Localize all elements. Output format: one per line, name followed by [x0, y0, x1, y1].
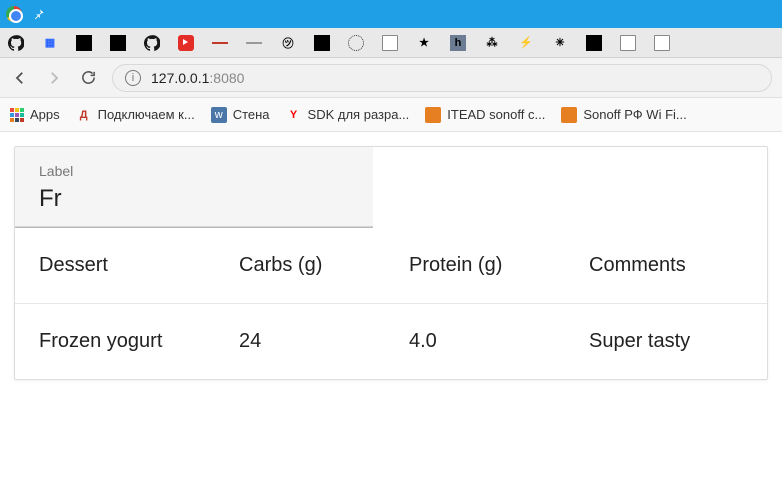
bookmark-item-5[interactable]: Sonoff РФ Wi Fi... — [561, 107, 686, 123]
tab-greyline-icon[interactable] — [246, 35, 262, 51]
data-table: Dessert Carbs (g) Protein (g) Comments F… — [15, 228, 767, 379]
yandex-icon: Y — [286, 107, 302, 123]
table-row[interactable]: Frozen yogurt 24 4.0 Super tasty — [15, 304, 767, 379]
tab-youtube-icon[interactable] — [178, 35, 194, 51]
tab-page1-icon[interactable] — [382, 35, 398, 51]
address-bar[interactable]: i 127.0.0.1:8080 — [112, 64, 772, 92]
tab-medium4-icon[interactable]: M — [586, 35, 602, 51]
col-header-comments[interactable]: Comments — [589, 254, 743, 277]
address-host: 127.0.0.1 — [151, 70, 209, 86]
data-table-card: Label Fr Dessert Carbs (g) Protein (g) C… — [14, 146, 768, 380]
tab-cat-icon[interactable]: ㋡ — [280, 35, 296, 51]
cell-comments: Super tasty — [589, 330, 743, 353]
tab-medium3-icon[interactable]: M — [314, 35, 330, 51]
cell-carbs: 24 — [239, 330, 409, 353]
bookmark-item-1[interactable]: Д Подключаем к... — [76, 107, 195, 123]
info-icon[interactable]: i — [125, 70, 141, 86]
tab-h-icon[interactable]: h — [450, 35, 466, 51]
bookmark-label: Подключаем к... — [98, 107, 195, 122]
tab-redline-icon[interactable] — [212, 35, 228, 51]
itead-icon — [425, 107, 441, 123]
tab-medium2-icon[interactable]: M — [110, 35, 126, 51]
bookmarks-bar: Apps Д Подключаем к... w Стена Y SDK для… — [0, 98, 782, 132]
tab-circle-icon[interactable] — [348, 35, 364, 51]
cell-dessert: Frozen yogurt — [39, 330, 239, 353]
tab-github-icon[interactable] — [8, 35, 24, 51]
bookmark-label: ITEAD sonoff с... — [447, 107, 545, 122]
itead-icon — [561, 107, 577, 123]
d-icon: Д — [76, 107, 92, 123]
filter-label: Label — [39, 163, 349, 179]
page-content: Label Fr Dessert Carbs (g) Protein (g) C… — [0, 132, 782, 394]
apps-icon — [10, 108, 24, 122]
reload-button[interactable] — [78, 68, 98, 88]
bookmark-item-4[interactable]: ITEAD sonoff с... — [425, 107, 545, 123]
filter-field[interactable]: Label Fr — [15, 147, 373, 228]
tab-page3-icon[interactable] — [654, 35, 670, 51]
tab-medium1-icon[interactable]: M — [76, 35, 92, 51]
chrome-icon — [6, 6, 22, 22]
bookmark-item-2[interactable]: w Стена — [211, 107, 270, 123]
bookmark-label: Apps — [30, 107, 60, 122]
bookmark-apps[interactable]: Apps — [10, 107, 60, 122]
bookmark-item-3[interactable]: Y SDK для разра... — [286, 107, 410, 123]
pin-icon — [32, 7, 46, 21]
bookmark-label: SDK для разра... — [308, 107, 410, 122]
bookmark-label: Стена — [233, 107, 270, 122]
tab-grid-icon[interactable]: ▦ — [42, 35, 58, 51]
col-header-dessert[interactable]: Dessert — [39, 254, 239, 277]
browser-toolbar: i 127.0.0.1:8080 — [0, 58, 782, 98]
tab-page2-icon[interactable] — [620, 35, 636, 51]
cell-protein: 4.0 — [409, 330, 589, 353]
tab-bolt-icon[interactable]: ⚡ — [518, 35, 534, 51]
tab-star-icon[interactable]: ★ — [416, 35, 432, 51]
tab-snow-icon[interactable]: ✳ — [552, 35, 568, 51]
back-button[interactable] — [10, 68, 30, 88]
filter-value: Fr — [39, 185, 349, 213]
forward-button — [44, 68, 64, 88]
window-titlebar — [0, 0, 782, 28]
bookmark-label: Sonoff РФ Wi Fi... — [583, 107, 686, 122]
tab-strip: ▦ M M ㋡ M ★ h ⁂ ⚡ ✳ M — [0, 28, 782, 58]
col-header-carbs[interactable]: Carbs (g) — [239, 254, 409, 277]
table-header-row: Dessert Carbs (g) Protein (g) Comments — [15, 228, 767, 304]
vk-icon: w — [211, 107, 227, 123]
tab-bug-icon[interactable]: ⁂ — [484, 35, 500, 51]
tab-github2-icon[interactable] — [144, 35, 160, 51]
col-header-protein[interactable]: Protein (g) — [409, 254, 589, 277]
address-port: :8080 — [209, 70, 244, 86]
